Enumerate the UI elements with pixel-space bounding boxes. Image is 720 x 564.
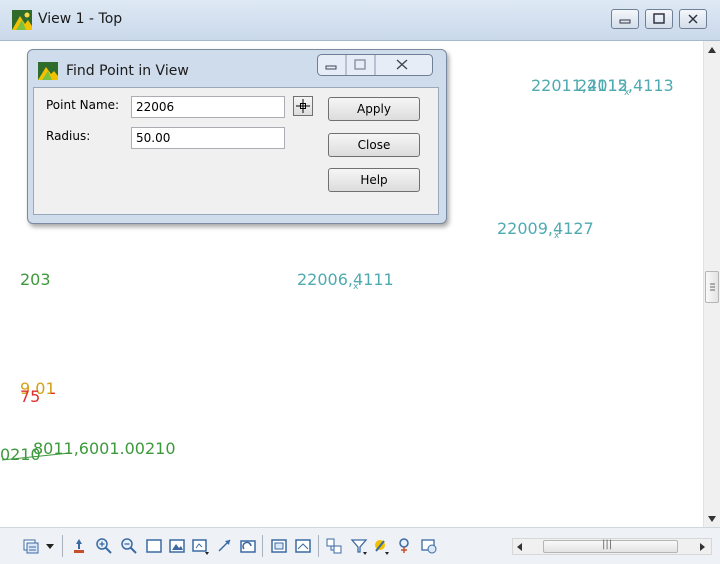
dialog-maximize-button[interactable] bbox=[346, 54, 375, 76]
dialog-minimize-button[interactable] bbox=[317, 54, 346, 76]
view-window-icon[interactable] bbox=[270, 537, 288, 555]
apply-button[interactable]: Apply bbox=[328, 97, 420, 121]
layer-icon[interactable] bbox=[325, 537, 343, 555]
point-label[interactable]: - bbox=[50, 383, 56, 402]
toolbar-separator bbox=[262, 535, 263, 557]
crosshair-icon bbox=[296, 99, 310, 113]
zoom-out-icon[interactable] bbox=[120, 537, 138, 555]
dialog-body: Point Name: 22006 Radius: 50.00 Apply Cl… bbox=[33, 87, 439, 215]
grip-icon bbox=[710, 283, 715, 291]
point-label[interactable]: 22009,4127 bbox=[497, 219, 594, 238]
maximize-button[interactable] bbox=[645, 9, 673, 29]
linework-icon bbox=[1, 452, 71, 461]
close-window-button[interactable] bbox=[679, 9, 707, 29]
app-logo-icon bbox=[38, 62, 58, 80]
scroll-left-icon[interactable] bbox=[516, 542, 524, 552]
maximize-icon bbox=[653, 13, 665, 24]
window-title-bar[interactable]: View 1 - Top bbox=[0, 0, 720, 41]
dialog-close-x-button[interactable] bbox=[375, 54, 433, 76]
find-point-dialog[interactable]: Find Point in View Point Name: 22006 Rad… bbox=[27, 49, 447, 224]
dropdown-arrow-icon[interactable] bbox=[44, 537, 56, 555]
point-marker-icon: x bbox=[554, 231, 560, 241]
minimize-icon bbox=[619, 19, 631, 24]
radius-input[interactable]: 50.00 bbox=[131, 127, 285, 149]
scroll-up-icon[interactable] bbox=[707, 46, 717, 54]
dialog-title: Find Point in View bbox=[66, 63, 189, 79]
point-name-input[interactable]: 22006 bbox=[131, 96, 285, 118]
help-button[interactable]: Help bbox=[328, 168, 420, 192]
toolbar-separator bbox=[62, 535, 63, 557]
window-title: View 1 - Top bbox=[38, 11, 123, 27]
pan-icon[interactable] bbox=[70, 537, 88, 555]
zoom-window-icon[interactable] bbox=[145, 537, 163, 555]
search-point-icon[interactable] bbox=[396, 537, 414, 555]
point-label[interactable]: 22006,4111 bbox=[297, 270, 394, 289]
scroll-right-icon[interactable] bbox=[699, 542, 707, 552]
rotate-icon[interactable] bbox=[216, 537, 234, 555]
radius-label: Radius: bbox=[46, 129, 91, 143]
filter-icon[interactable] bbox=[350, 537, 368, 555]
display-icon[interactable] bbox=[372, 537, 390, 555]
app-logo-icon bbox=[12, 10, 32, 30]
point-name-label: Point Name: bbox=[46, 98, 120, 112]
view-list-icon[interactable] bbox=[22, 537, 40, 555]
zoom-in-icon[interactable] bbox=[95, 537, 113, 555]
view-toolbar: ||| bbox=[0, 527, 720, 564]
point-label[interactable]: 203 bbox=[20, 270, 51, 289]
redraw-icon[interactable] bbox=[239, 537, 257, 555]
toolbar-separator bbox=[318, 535, 319, 557]
point-marker-icon: x bbox=[624, 88, 630, 98]
vertical-scrollbar[interactable] bbox=[703, 41, 720, 527]
view-settings-icon[interactable] bbox=[420, 537, 438, 555]
grip-icon: ||| bbox=[602, 539, 613, 550]
close-button[interactable]: Close bbox=[328, 133, 420, 157]
zoom-previous-icon[interactable] bbox=[191, 537, 209, 555]
view-fit-icon[interactable] bbox=[294, 537, 312, 555]
point-marker-icon: x bbox=[353, 282, 359, 292]
point-label[interactable]: 75 bbox=[20, 387, 40, 406]
horizontal-scrollbar[interactable]: ||| bbox=[512, 538, 712, 555]
horizontal-scroll-thumb[interactable]: ||| bbox=[543, 539, 678, 553]
pick-point-button[interactable] bbox=[293, 96, 313, 116]
vertical-scroll-thumb[interactable] bbox=[705, 271, 719, 303]
zoom-extents-icon[interactable] bbox=[168, 537, 186, 555]
scroll-down-icon[interactable] bbox=[707, 515, 717, 523]
minimize-button[interactable] bbox=[611, 9, 639, 29]
close-icon bbox=[688, 14, 698, 24]
